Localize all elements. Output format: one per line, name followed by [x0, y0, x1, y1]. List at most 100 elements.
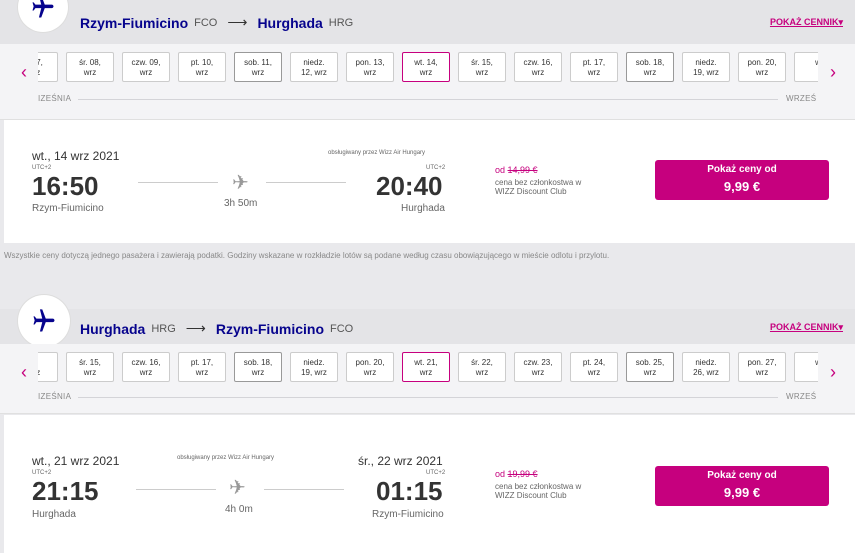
day-button[interactable]: niedz. 19, wrz	[682, 52, 730, 82]
next-dates-arrow-icon[interactable]: ›	[823, 62, 843, 83]
day-button[interactable]: śr. 15, wrz	[458, 52, 506, 82]
day-label: wt. 14,	[414, 58, 438, 67]
day-month: wrz	[251, 368, 265, 377]
day-button[interactable]: pon. 20, wrz	[346, 352, 394, 382]
day-month: wrz	[83, 68, 97, 77]
departure-date: wt., 14 wrz 2021	[32, 149, 120, 163]
day-button[interactable]: czw. 23, wrz	[514, 352, 562, 382]
day-label: niedz.	[695, 58, 717, 67]
origin-code: HRG	[151, 322, 176, 335]
prev-dates-arrow-icon[interactable]: ‹	[14, 62, 34, 83]
day-button[interactable]: pon. 27, wrz	[738, 352, 786, 382]
date-selector: ‹ 4,wrzśr. 15,wrzczw. 16,wrzpt. 17,wrzso…	[0, 344, 855, 414]
day-button[interactable]: pt. 17, wrz	[178, 352, 226, 382]
show-prices-amount: 9,99 €	[723, 485, 761, 500]
month-divider	[78, 397, 778, 398]
operated-by: obsługiwany przez Wizz Air Hungary	[328, 150, 426, 156]
route-title: Rzym-Fiumicino FCO ⟶ Hurghada HRG	[80, 14, 353, 31]
departure-date: wt., 21 wrz 2021	[32, 454, 120, 468]
day-button[interactable]: 4,wrz	[38, 352, 58, 382]
day-button[interactable]: śr. 08, wrz	[66, 52, 114, 82]
day-label: w	[795, 58, 818, 68]
day-label: czw. 09,	[131, 58, 161, 67]
price-note-line2: WIZZ Discount Club	[495, 187, 567, 196]
day-label: śr. 08,	[79, 58, 101, 67]
day-label: t, 07,	[38, 58, 43, 67]
day-label: w	[795, 358, 818, 368]
arrival-date: śr., 22 wrz 2021	[358, 454, 443, 468]
day-month: wrz	[643, 368, 657, 377]
destination-city: Hurghada	[257, 14, 323, 31]
day-month: wrz	[363, 368, 377, 377]
day-button[interactable]: pt. 24, wrz	[570, 352, 618, 382]
day-label: śr. 22,	[471, 358, 493, 367]
route-arrow-icon: ⟶	[185, 320, 206, 336]
day-button[interactable]: pon. 20, wrz	[738, 52, 786, 82]
next-dates-arrow-icon[interactable]: ›	[823, 362, 843, 383]
day-button[interactable]: wt. 14, wrz	[402, 52, 450, 82]
show-prices-amount: 9,99 €	[723, 179, 761, 194]
day-button[interactable]: w	[794, 52, 818, 82]
price-note-line2: WIZZ Discount Club	[495, 491, 567, 500]
day-button[interactable]: wt. 21, wrz	[402, 352, 450, 382]
show-prices-label: Pokaż ceny od	[707, 470, 777, 481]
plane-logo-icon	[33, 309, 55, 332]
day-button[interactable]: sob. 25, wrz	[626, 352, 674, 382]
show-prices-button[interactable]: Pokaż ceny od 9,99 €	[655, 466, 829, 506]
day-label: pon. 13,	[355, 58, 385, 67]
day-label: czw. 16,	[131, 358, 161, 367]
day-list: 4,wrzśr. 15,wrzczw. 16,wrzpt. 17,wrzsob.…	[38, 352, 818, 386]
day-month: wrz	[139, 68, 153, 77]
route-line-right	[266, 182, 346, 183]
day-button[interactable]: sob. 11, wrz	[234, 52, 282, 82]
day-button[interactable]: pt. 10, wrz	[178, 52, 226, 82]
day-month: wrz	[531, 368, 545, 377]
day-button[interactable]: śr. 15, wrz	[66, 352, 114, 382]
plane-logo-icon	[32, 0, 54, 18]
destination-code: HRG	[328, 16, 354, 29]
day-button[interactable]: pon. 13, wrz	[346, 52, 394, 82]
day-button[interactable]: czw. 09, wrz	[122, 52, 170, 82]
show-price-list-label: POKAŻ CENNIK	[769, 322, 839, 332]
destination-city: Rzym-Fiumicino	[215, 320, 324, 337]
plane-icon: ✈	[232, 172, 249, 194]
operated-by: obsługiwany przez Wizz Air Hungary	[177, 455, 275, 461]
arrival-time: 20:40	[376, 171, 443, 201]
day-button[interactable]: czw. 16, wrz	[514, 52, 562, 82]
show-price-list-link[interactable]: POKAŻ CENNIK▾	[770, 322, 843, 333]
day-label: śr. 15,	[471, 58, 493, 67]
day-button[interactable]: niedz. 26, wrz	[682, 352, 730, 382]
day-month: wrz	[531, 68, 545, 77]
day-month: wrz	[755, 368, 769, 377]
price-note-line1: cena bez członkostwa w	[495, 482, 582, 491]
from-label: od	[495, 165, 506, 175]
show-price-list-link[interactable]: POKAŻ CENNIK▾	[770, 17, 843, 28]
show-prices-button[interactable]: Pokaż ceny od 9,99 €	[655, 160, 829, 200]
route-title: Hurghada HRG ⟶ Rzym-Fiumicino FCO	[80, 320, 353, 337]
day-label: pt. 17,	[582, 58, 606, 67]
day-button[interactable]: w	[794, 352, 818, 382]
day-button[interactable]: czw. 16, wrz	[122, 352, 170, 382]
arrival-time: 01:15	[376, 476, 443, 506]
day-label: pt. 10,	[190, 58, 214, 67]
day-label: wt. 21,	[414, 358, 438, 367]
day-button[interactable]: sob. 18, wrz	[626, 52, 674, 82]
day-label: 4,	[38, 358, 57, 368]
day-button[interactable]: t, 07,wrz	[38, 52, 58, 82]
day-label: sob. 25,	[635, 358, 665, 367]
day-month: wrz	[195, 68, 209, 77]
outbound-flight-section: Rzym-Fiumicino FCO ⟶ Hurghada HRG POKAŻ …	[0, 0, 855, 260]
prev-dates-arrow-icon[interactable]: ‹	[14, 362, 34, 383]
day-label: śr. 15,	[79, 358, 101, 367]
day-button[interactable]: niedz. 19, wrz	[290, 352, 338, 382]
day-month: 12, wrz	[301, 68, 327, 77]
day-month: wrz	[195, 368, 209, 377]
day-label: pon. 27,	[747, 358, 777, 367]
day-button[interactable]: pt. 17, wrz	[570, 52, 618, 82]
day-button[interactable]: śr. 22, wrz	[458, 352, 506, 382]
departure-time: 21:15	[32, 476, 99, 506]
day-button[interactable]: niedz. 12, wrz	[290, 52, 338, 82]
day-month: wrz	[419, 368, 433, 377]
day-button[interactable]: sob. 18, wrz	[234, 352, 282, 382]
route-line-left	[136, 489, 216, 490]
